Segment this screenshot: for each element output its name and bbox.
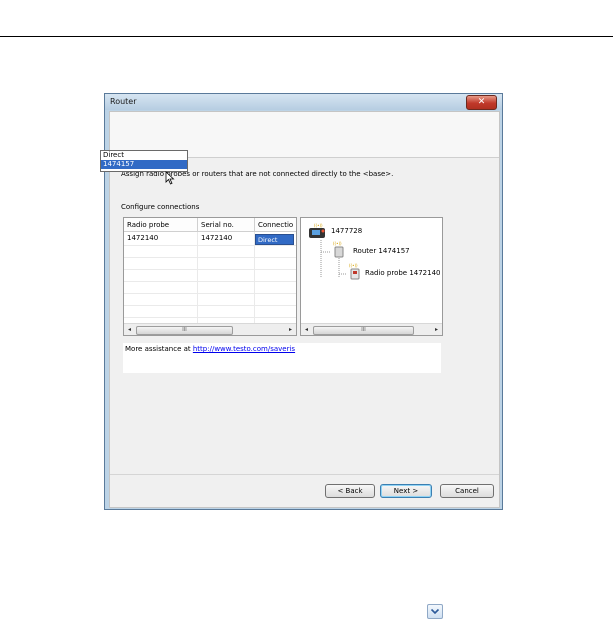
svg-text:((•)): ((•)) [333,241,342,246]
connections-table[interactable]: Radio probe Serial no. Connectio 1472140… [123,217,297,336]
radio-probe-icon: ((•)) [349,263,360,280]
dropdown-option-1474157[interactable]: 1474157 [101,160,187,169]
scroll-thumb[interactable]: III [313,326,414,335]
grid-row-line [124,257,296,258]
column-header-connection[interactable]: Connectio [255,218,296,232]
connection-dropdown-list[interactable]: Direct 1474157 [100,150,188,172]
next-button[interactable]: Next > [380,484,432,498]
connection-combobox[interactable]: Direct [255,234,294,245]
connection-tree[interactable]: ((•)) 1477728 ((•)) Router 1474157 ((•))… [300,217,443,336]
grid-row-line [124,245,296,246]
configure-connections-label: Configure connections [121,203,200,211]
cancel-button[interactable]: Cancel [440,484,494,498]
assistance-link[interactable]: http://www.testo.com/saveris [193,345,295,353]
cell-serial-no[interactable]: 1472140 [198,233,255,244]
base-station-icon: ((•)) [309,223,325,238]
scroll-left-arrow-icon[interactable]: ◂ [301,324,312,335]
assistance-label: More assistance at [125,345,193,353]
tree-node-router[interactable]: Router 1474157 [353,247,410,255]
assistance-box: More assistance at http://www.testo.com/… [123,343,441,373]
dropdown-option-direct[interactable]: Direct [101,151,187,160]
cell-radio-probe[interactable]: 1472140 [124,233,198,244]
grid-row-line [124,269,296,270]
grid-row-line [124,305,296,306]
page-top-rule [0,36,613,37]
svg-text:((•)): ((•)) [349,263,358,268]
footer-separator [110,474,499,475]
scroll-left-arrow-icon[interactable]: ◂ [124,324,135,335]
tree-horizontal-scrollbar[interactable]: ◂ III ▸ [301,323,442,335]
column-header-serial-no[interactable]: Serial no. [198,218,255,232]
chevron-down-icon[interactable] [427,604,443,619]
svg-text:((•)): ((•)) [314,223,323,228]
grid-row-line [124,281,296,282]
window-title: Router [110,97,137,106]
scroll-right-arrow-icon[interactable]: ▸ [285,324,296,335]
close-icon[interactable]: ✕ [466,95,497,110]
grid-row-line [124,293,296,294]
title-bar: Router ✕ [105,94,502,110]
column-header-radio-probe[interactable]: Radio probe [124,218,198,232]
assistance-text: More assistance at http://www.testo.com/… [125,345,295,353]
scroll-thumb[interactable]: III [136,326,233,335]
table-horizontal-scrollbar[interactable]: ◂ III ▸ [124,323,296,335]
scroll-right-arrow-icon[interactable]: ▸ [431,324,442,335]
mouse-cursor-icon [165,171,175,185]
tree-node-base[interactable]: 1477728 [331,227,362,235]
router-icon: ((•)) [333,241,344,258]
chevron-down-glyph [430,608,440,615]
grid-row-line [124,317,296,318]
back-button[interactable]: < Back [325,484,375,498]
tree-node-radio-probe[interactable]: Radio probe 1472140 147 [365,269,442,277]
